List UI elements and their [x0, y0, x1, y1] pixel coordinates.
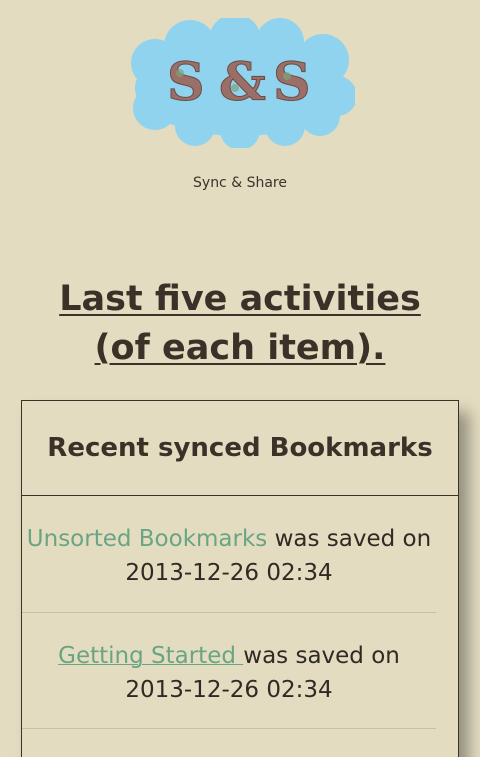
- site-tagline: Sync & Share: [193, 175, 287, 191]
- entry-date: 2013-12-26 02:34: [125, 677, 333, 703]
- entry-date: 2013-12-26 02:34: [125, 560, 333, 586]
- logo-ampersand: &: [219, 52, 266, 113]
- list-item: Unsorted Bookmarks was saved on 2013-12-…: [22, 496, 436, 613]
- cloud-logo-icon: S & S: [131, 18, 355, 148]
- list-item: Getting Started was saved on 2013-12-26 …: [22, 613, 436, 729]
- entry-text: was saved on: [267, 526, 432, 552]
- logo-letter-s1: S: [167, 52, 205, 113]
- recent-bookmarks-panel: Recent synced Bookmarks Unsorted Bookmar…: [21, 400, 459, 757]
- page: S & S Sync & Share Last five activities …: [0, 0, 480, 757]
- entry-text: was saved on: [243, 643, 400, 669]
- bookmark-link[interactable]: Getting Started: [58, 643, 243, 669]
- page-heading: Last five activities (of each item).: [59, 279, 421, 368]
- bookmark-link[interactable]: Unsorted Bookmarks: [27, 526, 268, 552]
- panel-title: Recent synced Bookmarks: [22, 401, 458, 496]
- site-logo[interactable]: S & S: [125, 18, 355, 148]
- logo-letter-s2: S: [273, 52, 311, 113]
